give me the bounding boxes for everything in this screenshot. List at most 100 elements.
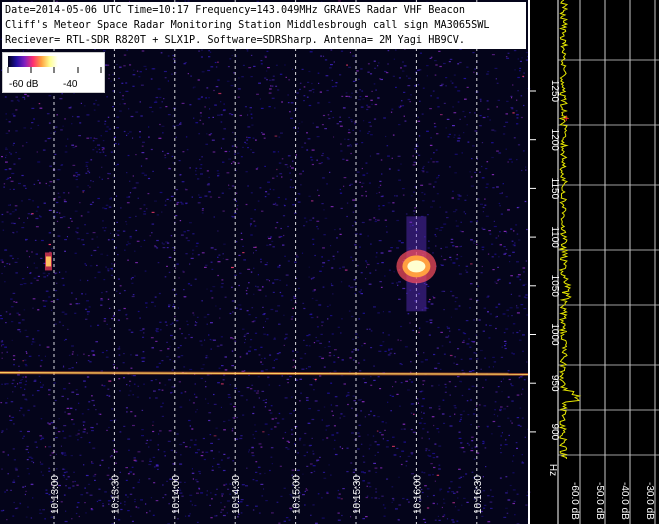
- noise-speck: [93, 137, 96, 139]
- noise-speck: [352, 395, 356, 397]
- noise-speck: [377, 97, 380, 99]
- noise-speck: [77, 502, 80, 504]
- noise-speck: [30, 272, 32, 274]
- noise-speck: [30, 457, 34, 459]
- noise-speck: [25, 336, 29, 338]
- noise-speck: [365, 95, 368, 97]
- noise-speck: [162, 132, 164, 134]
- noise-speck: [200, 455, 204, 457]
- noise-speck: [400, 242, 404, 244]
- noise-speck: [206, 288, 208, 290]
- noise-speck: [397, 169, 400, 171]
- noise-speck: [90, 426, 93, 429]
- noise-speck: [432, 474, 434, 476]
- noise-speck: [351, 121, 353, 123]
- noise-speck: [281, 176, 283, 178]
- noise-speck: [257, 274, 259, 276]
- noise-speck: [153, 482, 156, 484]
- noise-speck: [353, 279, 356, 281]
- noise-speck: [262, 431, 265, 433]
- noise-speck: [20, 379, 22, 381]
- noise-speck: [451, 82, 454, 84]
- noise-speck: [337, 326, 340, 328]
- noise-speck: [22, 413, 25, 415]
- noise-speck: [412, 431, 416, 433]
- noise-speck: [321, 124, 324, 126]
- noise-speck: [195, 439, 197, 441]
- noise-speck: [59, 271, 61, 273]
- noise-speck: [189, 425, 191, 427]
- noise-speck: [117, 254, 119, 256]
- noise-speck: [492, 366, 494, 368]
- noise-speck: [76, 186, 79, 188]
- noise-speck: [168, 503, 170, 505]
- noise-speck: [200, 56, 203, 58]
- noise-speck: [228, 396, 231, 398]
- noise-speck: [212, 465, 214, 468]
- noise-speck: [221, 509, 224, 511]
- noise-speck: [234, 340, 237, 342]
- noise-speck: [466, 400, 469, 402]
- noise-speck: [424, 359, 428, 361]
- noise-speck: [374, 67, 377, 69]
- noise-speck: [127, 241, 129, 243]
- noise-speck: [509, 484, 512, 487]
- noise-speck: [502, 183, 504, 185]
- noise-speck: [495, 282, 498, 284]
- noise-speck: [62, 324, 64, 327]
- noise-speck: [521, 417, 524, 419]
- noise-speck: [190, 439, 193, 441]
- noise-speck: [99, 151, 102, 154]
- noise-speck: [126, 202, 130, 204]
- meteor-core: [45, 256, 51, 267]
- noise-speck: [221, 192, 224, 194]
- noise-speck: [139, 131, 141, 133]
- noise-speck: [105, 204, 109, 206]
- noise-speck: [243, 335, 246, 337]
- noise-speck: [35, 217, 39, 220]
- noise-speck: [123, 65, 126, 67]
- noise-speck: [130, 331, 134, 333]
- color-scale-min-label: -60 dB: [9, 79, 39, 90]
- noise-speck: [326, 305, 329, 308]
- noise-speck: [259, 289, 262, 291]
- noise-speck: [89, 265, 93, 267]
- noise-speck: [176, 201, 180, 204]
- noise-speck: [260, 261, 262, 263]
- noise-speck: [517, 424, 520, 426]
- noise-speck: [269, 244, 272, 246]
- noise-speck: [36, 279, 39, 281]
- noise-speck: [32, 298, 36, 300]
- noise-speck: [123, 353, 125, 355]
- noise-speck: [139, 101, 141, 103]
- noise-speck: [327, 345, 331, 348]
- noise-speck: [32, 462, 35, 464]
- noise-speck: [460, 442, 462, 444]
- noise-speck: [314, 378, 317, 380]
- noise-speck: [179, 463, 183, 465]
- noise-speck: [251, 447, 254, 449]
- noise-speck: [48, 296, 51, 298]
- noise-speck: [313, 470, 316, 472]
- noise-speck: [255, 505, 258, 507]
- noise-speck: [464, 98, 467, 100]
- noise-speck: [210, 133, 213, 135]
- noise-speck: [307, 81, 310, 83]
- noise-speck: [493, 220, 495, 222]
- noise-speck: [476, 243, 478, 245]
- noise-speck: [80, 494, 84, 496]
- noise-speck: [255, 139, 257, 141]
- noise-speck: [317, 102, 320, 104]
- noise-speck: [330, 110, 332, 112]
- noise-speck: [107, 177, 110, 180]
- noise-speck: [48, 394, 51, 396]
- noise-speck: [44, 355, 46, 357]
- noise-speck: [107, 116, 110, 118]
- noise-speck: [167, 440, 171, 442]
- noise-speck: [269, 79, 272, 81]
- noise-speck: [398, 298, 401, 300]
- noise-speck: [370, 330, 373, 332]
- noise-speck: [100, 370, 103, 372]
- noise-speck: [481, 265, 483, 268]
- noise-speck: [396, 219, 400, 222]
